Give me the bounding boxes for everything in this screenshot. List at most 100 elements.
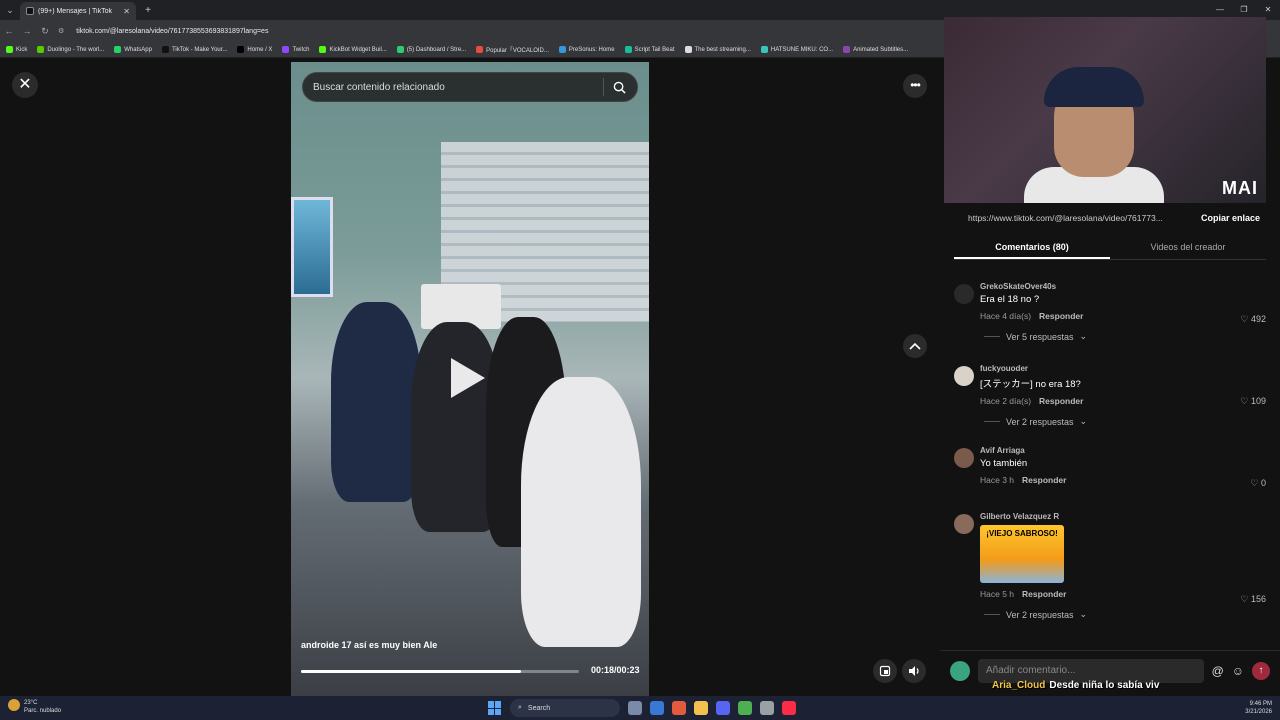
bookmark-item[interactable]: Home / X	[237, 46, 272, 53]
comment-username[interactable]: fuckyouoder	[980, 364, 1270, 373]
view-replies-button[interactable]: Ver 2 respuestas ⌄	[980, 609, 1270, 620]
bookmark-label: Animated Subtitles...	[853, 46, 909, 53]
tab-close-icon[interactable]: ✕	[123, 7, 130, 16]
windows-start-icon[interactable]	[488, 701, 502, 715]
app-icon[interactable]	[672, 701, 686, 715]
weather-temp: 23°C	[24, 700, 38, 706]
url-field[interactable]: tiktok.com/@laresolana/video/76177385536…	[76, 28, 268, 35]
comment-username[interactable]: Avif Arriaga	[980, 446, 1270, 455]
bookmark-label: Script Tail Beat	[634, 46, 675, 53]
browser-tab[interactable]: (99+) Mensajes | TikTok ✕	[20, 2, 136, 20]
bookmark-favicon-icon	[476, 46, 484, 53]
close-button[interactable]: ✕	[12, 72, 38, 98]
reply-button[interactable]: Responder	[1039, 311, 1083, 321]
comment-username[interactable]: GrekoSkateOver40s	[980, 282, 1270, 291]
tab-search-icon[interactable]: ⌄	[0, 0, 20, 20]
discord-icon[interactable]	[716, 701, 730, 715]
task-view-icon[interactable]	[628, 701, 642, 715]
bookmark-item[interactable]: The best streaming...	[684, 46, 751, 53]
replies-divider	[984, 614, 1000, 615]
comment-likes[interactable]: ♡ 109	[1240, 396, 1266, 407]
bookmark-item[interactable]: HATSUNE MIKU: CO...	[760, 46, 833, 53]
bookmark-item[interactable]: PreSonus: Home	[558, 46, 615, 53]
avatar[interactable]	[954, 448, 974, 468]
back-icon[interactable]: ←	[4, 26, 14, 36]
music-icon[interactable]	[782, 701, 796, 715]
reply-button[interactable]: Responder	[1022, 475, 1066, 485]
bookmark-item[interactable]: Animated Subtitles...	[843, 46, 908, 53]
view-replies-button[interactable]: Ver 5 respuestas ⌄	[980, 331, 1270, 342]
comment-likes[interactable]: ♡ 492	[1240, 314, 1266, 325]
reload-icon[interactable]: ↻	[40, 26, 50, 37]
view-replies-button[interactable]: Ver 2 respuestas ⌄	[980, 416, 1270, 427]
taskbar-search[interactable]: ⌕ Search	[510, 699, 620, 717]
bookmark-favicon-icon	[319, 46, 327, 53]
forward-icon[interactable]: →	[22, 26, 32, 36]
video-progress-bar[interactable]	[301, 670, 579, 673]
comment-input[interactable]	[977, 658, 1204, 683]
search-icon: ⌕	[518, 704, 522, 711]
bookmark-favicon-icon	[282, 46, 290, 53]
bookmark-label: Popular「VOCALOID...	[486, 48, 549, 54]
heart-icon: ♡	[1240, 314, 1251, 324]
replies-label: Ver 5 respuestas	[1006, 331, 1074, 342]
comment-username[interactable]: Gilberto Velazquez R	[980, 512, 1270, 521]
like-count: 156	[1250, 594, 1266, 604]
chrome-icon[interactable]	[738, 701, 752, 715]
new-tab-button[interactable]: +	[140, 5, 156, 16]
emoji-icon[interactable]: ☺	[1232, 664, 1244, 678]
play-icon[interactable]	[451, 358, 485, 398]
video-link[interactable]: https://www.tiktok.com/@laresolana/video…	[958, 213, 1191, 223]
bookmark-item[interactable]: Duolingo - The worl...	[37, 46, 104, 53]
system-clock[interactable]: 9:46 PM 3/21/2026	[1245, 700, 1272, 716]
comment-item: Avif Arriaga Yo también Hace 3 h Responder ♡…	[954, 446, 1270, 512]
avatar[interactable]	[954, 366, 974, 386]
copy-link-button[interactable]: Copiar enlace	[1191, 213, 1260, 223]
comment-item: fuckyouoder [ステッカー] no era 18? Hace 2 día(…	[954, 364, 1270, 446]
bookmark-item[interactable]: KickBot Widget Buil...	[319, 46, 387, 53]
bookmark-item[interactable]: Script Tail Beat	[624, 46, 675, 53]
comment-sticker: ¡VIEJO SABROSO!	[980, 525, 1064, 583]
mini-player-button[interactable]	[873, 659, 897, 683]
comment-likes[interactable]: ♡ 156	[1240, 594, 1266, 605]
comment-time: Hace 4 día(s)	[980, 311, 1032, 321]
bookmark-item[interactable]: Kick	[6, 46, 27, 53]
bookmark-item[interactable]: WhatsApp	[114, 46, 152, 53]
weather-widget[interactable]: 23°C Parc. nublado	[8, 699, 61, 715]
avatar[interactable]	[954, 514, 974, 534]
bookmark-item[interactable]: Twitch	[282, 46, 309, 53]
comment-text: Era el 18 no ?	[980, 294, 1040, 305]
more-options-button[interactable]: •••	[903, 74, 927, 98]
mention-icon[interactable]: @	[1212, 664, 1224, 678]
send-button[interactable]: ↑	[1252, 661, 1270, 680]
tab-title: (99+) Mensajes | TikTok	[38, 7, 112, 15]
file-explorer-icon[interactable]	[694, 701, 708, 715]
related-search-input[interactable]	[313, 81, 603, 93]
volume-button[interactable]	[902, 659, 926, 683]
site-info-icon[interactable]: ⚙	[58, 27, 64, 35]
reply-button[interactable]: Responder	[1022, 589, 1066, 599]
bookmark-item[interactable]: (5) Dashboard / Stre...	[396, 46, 466, 53]
bookmark-item[interactable]: Popular「VOCALOID...	[476, 45, 549, 54]
comment-likes[interactable]: ♡ 0	[1250, 478, 1266, 489]
heart-icon: ♡	[1250, 478, 1261, 488]
tab-comments[interactable]: Comentarios (80)	[954, 238, 1110, 259]
search-icon[interactable]	[604, 81, 634, 94]
taskbar-search-label: Search	[527, 704, 551, 712]
reply-button[interactable]: Responder	[1039, 396, 1083, 406]
edge-icon[interactable]	[650, 701, 664, 715]
bookmark-label: TikTok - Make Your...	[171, 46, 228, 53]
chevron-down-icon: ⌄	[1079, 609, 1088, 619]
avatar[interactable]	[954, 284, 974, 304]
previous-video-button[interactable]	[903, 334, 927, 358]
bookmark-favicon-icon	[161, 46, 169, 53]
settings-icon[interactable]	[760, 701, 774, 715]
replies-divider	[984, 336, 1000, 337]
video-player[interactable]: androide 17 así es muy bien Ale 00:18/00…	[291, 62, 649, 696]
tab-creator-videos[interactable]: Videos del creador	[1110, 238, 1266, 259]
panel-tabs: Comentarios (80) Videos del creador	[954, 238, 1266, 260]
bookmark-favicon-icon	[843, 46, 851, 53]
bookmark-label: Twitch	[292, 46, 310, 53]
bookmark-item[interactable]: TikTok - Make Your...	[161, 46, 228, 53]
replies-label: Ver 2 respuestas	[1006, 609, 1074, 620]
